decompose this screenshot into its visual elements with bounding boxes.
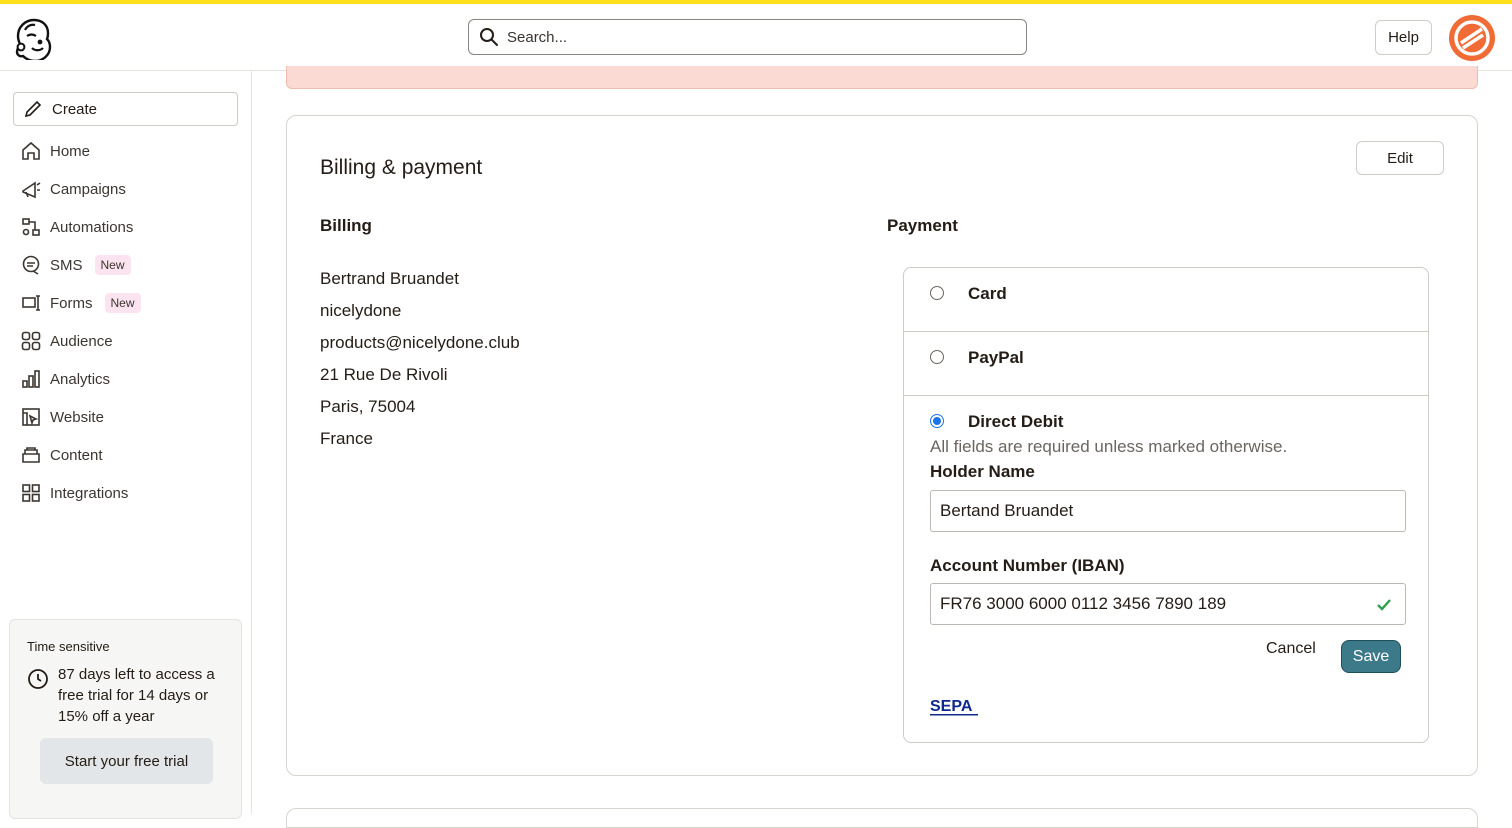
next-section-card (286, 808, 1478, 828)
sidebar-item-home[interactable]: Home (21, 138, 90, 164)
search-icon (480, 28, 498, 46)
megaphone-icon (22, 181, 41, 199)
billing-address: Bertrand Bruandet nicelydone products@ni… (320, 266, 520, 458)
iban-label: Account Number (IBAN) (930, 556, 1125, 575)
sidebar-item-automations[interactable]: Automations (21, 214, 133, 240)
checkmark-icon (1377, 599, 1391, 611)
form-icon (22, 295, 40, 311)
billing-country: France (320, 429, 373, 448)
create-label: Create (52, 100, 98, 118)
billing-name: Bertrand Bruandet (320, 269, 459, 288)
holder-name-label: Holder Name (930, 462, 1035, 481)
promo-title: Time sensitive (27, 639, 110, 654)
billing-city: Paris, 75004 (320, 397, 416, 416)
mailchimp-logo-icon[interactable] (12, 16, 56, 63)
payment-option-label: Card (968, 284, 1007, 303)
payment-method-box: Card PayPal Direct Debit All fields are … (903, 267, 1429, 743)
content-icon (22, 447, 40, 463)
help-button[interactable]: Help (1375, 20, 1432, 55)
direct-debit-radio[interactable] (930, 414, 944, 428)
sidebar: Create Home Campaigns Automations SMS Ne… (0, 71, 252, 819)
top-bar: Help (0, 4, 1512, 71)
page-title: Billing & payment (320, 156, 483, 179)
sidebar-item-label: Audience (50, 332, 113, 350)
bar-chart-icon (22, 370, 40, 388)
start-free-trial-button[interactable]: Start your free trial (40, 738, 213, 784)
avatar[interactable] (1449, 15, 1495, 61)
pencil-icon (24, 100, 42, 118)
sidebar-item-label: Analytics (50, 370, 111, 388)
sidebar-item-label: SMS (50, 256, 83, 274)
flow-icon (22, 218, 40, 236)
sidebar-item-label: Automations (50, 218, 134, 236)
new-badge: New (104, 293, 141, 313)
cancel-button[interactable]: Cancel (1266, 640, 1316, 658)
card-radio[interactable] (930, 286, 944, 300)
sidebar-item-audience[interactable]: Audience (21, 328, 113, 354)
sidebar-item-label: Website (50, 408, 104, 426)
alert-banner (286, 66, 1478, 89)
billing-street: 21 Rue De Rivoli (320, 365, 448, 384)
sidebar-item-label: Forms (50, 294, 93, 312)
billing-email: products@nicelydone.club (320, 333, 520, 352)
sidebar-item-label: Content (50, 446, 103, 464)
payment-option-label: PayPal (968, 348, 1024, 367)
edit-button[interactable]: Edit (1356, 141, 1444, 175)
create-button[interactable]: Create (13, 92, 238, 126)
holder-name-field[interactable]: Bertand Bruandet (930, 490, 1406, 532)
iban-value: FR76 3000 6000 0112 3456 7890 189 (940, 594, 1227, 613)
billing-heading: Billing (320, 216, 372, 235)
billing-company: nicelydone (320, 301, 402, 320)
sidebar-item-label: Campaigns (50, 180, 126, 198)
home-icon (22, 141, 40, 160)
trial-promo-card: Time sensitive 87 days left to access a … (9, 619, 242, 819)
sidebar-item-content[interactable]: Content (21, 442, 103, 468)
sepa-logo-icon: SEPA (930, 698, 978, 716)
payment-heading: Payment (887, 216, 958, 235)
billing-payment-card: Billing & payment Edit Billing Payment B… (286, 115, 1478, 776)
save-button[interactable]: Save (1341, 640, 1401, 673)
sidebar-item-forms[interactable]: Forms New (21, 290, 141, 316)
sidebar-item-website[interactable]: Website (21, 404, 104, 430)
chat-icon (22, 255, 40, 275)
sidebar-item-label: Integrations (50, 484, 129, 502)
sidebar-item-label: Home (50, 142, 91, 160)
user-avatar-icon (1454, 20, 1490, 56)
sepa-logo-text: SEPA (930, 698, 973, 715)
search-input[interactable] (507, 28, 1007, 46)
grid-icon (22, 484, 40, 502)
sidebar-item-analytics[interactable]: Analytics (21, 366, 110, 392)
sidebar-item-campaigns[interactable]: Campaigns (21, 176, 126, 202)
sidebar-item-integrations[interactable]: Integrations (21, 480, 128, 506)
payment-option-paypal[interactable]: PayPal (904, 332, 1428, 396)
paypal-radio[interactable] (930, 350, 944, 364)
payment-option-label: Direct Debit (968, 412, 1064, 431)
sidebar-item-sms[interactable]: SMS New (21, 252, 131, 278)
iban-field[interactable]: FR76 3000 6000 0112 3456 7890 189 (930, 583, 1406, 625)
required-fields-hint: All fields are required unless marked ot… (930, 437, 1288, 456)
promo-text: 87 days left to access a free trial for … (58, 666, 215, 725)
search-box[interactable] (468, 19, 1027, 55)
clock-icon (28, 669, 48, 689)
payment-option-card[interactable]: Card (904, 268, 1428, 332)
website-icon (22, 408, 40, 426)
new-badge: New (94, 255, 131, 275)
holder-name-value: Bertand Bruandet (940, 501, 1074, 520)
audience-icon (21, 331, 41, 351)
